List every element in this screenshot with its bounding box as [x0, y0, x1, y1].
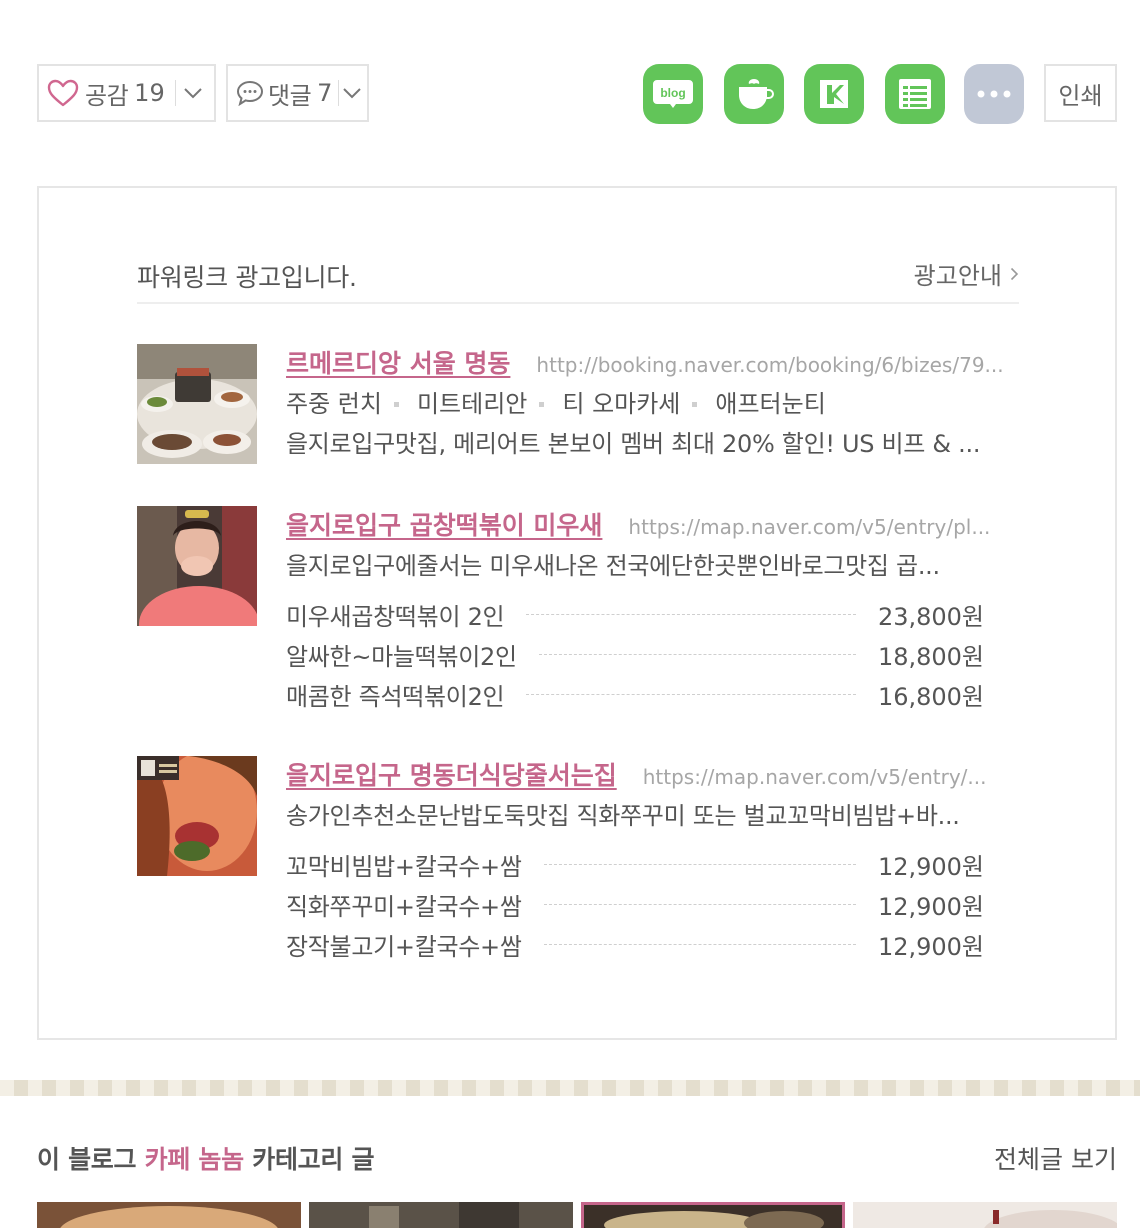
ad-name-link[interactable]: 르메르디앙 서울 명동	[286, 344, 510, 380]
bookmark-keep-icon	[817, 77, 851, 111]
menu-name: 직화쭈꾸미+칼국수+쌈	[286, 892, 522, 921]
heart-icon	[47, 79, 79, 107]
cafe-cup-icon	[734, 76, 774, 112]
dashed-leader	[526, 693, 856, 695]
post-thumbnail-selected[interactable]	[581, 1202, 845, 1228]
post-thumbnail[interactable]	[309, 1202, 573, 1228]
post-thumbnail[interactable]	[853, 1202, 1117, 1228]
ad-description[interactable]: 을지로입구맛집, 메리어트 본보이 멤버 최대 20% 할인! US 비프 & …	[286, 424, 1019, 464]
ad-guide-link[interactable]: 광고안내	[914, 256, 1019, 291]
ad-body: 을지로입구 곱창떡볶이 미우새 https://map.naver.com/v5…	[286, 506, 1019, 714]
ad-tag[interactable]: 주중 런치	[286, 384, 382, 424]
ad-thumbnail[interactable]	[137, 756, 257, 876]
separator-dot	[692, 401, 698, 407]
ad-menu-row[interactable]: 꼬막비빔밥+칼국수+쌈 12,900원	[286, 844, 984, 884]
category-heading: 이 블로그 카페 놈놈 카테고리 글	[37, 1140, 374, 1176]
share-keep-button[interactable]	[804, 64, 864, 124]
ad-header: 파워링크 광고입니다. 광고안내	[137, 254, 1019, 304]
dashed-leader	[538, 653, 856, 655]
share-blog-button[interactable]: blog	[643, 64, 703, 124]
ad-menu-list: 미우새곱창떡볶이 2인 23,800원 알싸한~마늘떡볶이2인 18,800원 …	[286, 594, 1019, 714]
ad-thumbnail[interactable]	[137, 506, 257, 626]
menu-name: 장작불고기+칼국수+쌈	[286, 932, 522, 961]
speech-bubble-icon	[236, 80, 264, 106]
ad-tag[interactable]: 티 오마카세	[562, 384, 680, 424]
menu-name: 매콤한 즉석떡볶이2인	[286, 682, 505, 711]
separator-dot	[393, 401, 399, 407]
menu-price: 12,900원	[877, 932, 984, 961]
ad-name-link[interactable]: 을지로입구 명동더식당줄서는집	[286, 756, 617, 792]
print-button[interactable]: 인쇄	[1044, 64, 1117, 122]
category-suffix: 카테고리 글	[252, 1145, 375, 1174]
ad-tag[interactable]: 애프터눈티	[715, 384, 825, 424]
like-count: 19	[134, 79, 165, 107]
comment-button[interactable]: 댓글 7	[228, 66, 332, 120]
chevron-down-icon	[183, 87, 203, 99]
ad-url[interactable]: https://map.naver.com/v5/entry/...	[643, 765, 1019, 789]
comment-label: 댓글	[268, 81, 312, 110]
more-icon	[976, 90, 1012, 98]
category-name-link[interactable]: 카페 놈놈	[145, 1145, 245, 1174]
ad-body: 을지로입구 명동더식당줄서는집 https://map.naver.com/v5…	[286, 756, 1019, 964]
ad-guide-label: 광고안내	[913, 262, 1002, 290]
like-expand-button[interactable]	[176, 66, 210, 120]
ad-tag[interactable]: 미트테리안	[417, 384, 527, 424]
ad-menu-list: 꼬막비빔밥+칼국수+쌈 12,900원 직화쭈꾸미+칼국수+쌈 12,900원 …	[286, 844, 1019, 964]
menu-price: 12,900원	[877, 852, 984, 881]
ad-body: 르메르디앙 서울 명동 http://booking.naver.com/boo…	[286, 344, 1019, 464]
ad-menu-row[interactable]: 미우새곱창떡볶이 2인 23,800원	[286, 594, 984, 634]
menu-price: 12,900원	[877, 892, 984, 921]
ad-tag-list: 주중 런치 미트테리안 티 오마카세 애프터눈티	[286, 384, 1019, 424]
menu-name: 꼬막비빔밥+칼국수+쌈	[286, 852, 522, 881]
menu-price: 18,800원	[877, 642, 984, 671]
view-all-posts-link[interactable]: 전체글 보기	[994, 1140, 1117, 1176]
comment-button-group: 댓글 7	[226, 64, 369, 122]
dashed-leader	[543, 863, 856, 865]
menu-price: 23,800원	[877, 602, 984, 631]
dashed-leader	[526, 613, 856, 615]
chevron-down-icon	[342, 87, 362, 99]
ad-menu-row[interactable]: 매콤한 즉석떡볶이2인 16,800원	[286, 674, 984, 714]
separator-dot	[539, 401, 545, 407]
share-more-button[interactable]	[964, 64, 1024, 124]
comment-count: 7	[317, 79, 333, 107]
like-button[interactable]: 공감 19	[39, 66, 165, 120]
ad-thumbnail[interactable]	[137, 344, 257, 464]
like-button-group: 공감 19	[37, 64, 216, 122]
ad-url[interactable]: https://map.naver.com/v5/entry/pl...	[628, 515, 1019, 539]
section-divider	[0, 1080, 1140, 1096]
menu-name: 미우새곱창떡볶이 2인	[286, 602, 505, 631]
ad-description[interactable]: 을지로입구에줄서는 미우새나온 전국에단한곳뿐인바로그맛집 곱...	[286, 546, 1019, 586]
ad-menu-row[interactable]: 직화쭈꾸미+칼국수+쌈 12,900원	[286, 884, 984, 924]
memo-list-icon	[898, 78, 932, 110]
blog-icon: blog	[651, 76, 695, 112]
chevron-right-icon	[1010, 267, 1019, 281]
dashed-leader	[543, 943, 856, 945]
ad-name-link[interactable]: 을지로입구 곱창떡볶이 미우새	[286, 506, 602, 542]
share-memo-button[interactable]	[885, 64, 945, 124]
ad-url[interactable]: http://booking.naver.com/booking/6/bizes…	[536, 353, 1019, 377]
ad-menu-row[interactable]: 장작불고기+칼국수+쌈 12,900원	[286, 924, 984, 964]
menu-price: 16,800원	[877, 682, 984, 711]
svg-text:blog: blog	[660, 86, 685, 100]
dashed-leader	[543, 903, 856, 905]
ad-title: 파워링크 광고입니다.	[137, 263, 357, 292]
powerlink-ad-box: 파워링크 광고입니다. 광고안내 르메르디앙 서울 명동 http://book…	[37, 186, 1117, 1040]
like-label: 공감	[85, 81, 129, 110]
comment-expand-button[interactable]	[339, 66, 365, 120]
category-prefix: 이 블로그	[37, 1145, 137, 1174]
ad-menu-row[interactable]: 알싸한~마늘떡볶이2인 18,800원	[286, 634, 984, 674]
share-cafe-button[interactable]	[724, 64, 784, 124]
ad-description[interactable]: 송가인추천소문난밥도둑맛집 직화쭈꾸미 또는 벌교꼬막비빔밥+바...	[286, 796, 1019, 836]
post-thumbnail[interactable]	[37, 1202, 301, 1228]
menu-name: 알싸한~마늘떡볶이2인	[286, 642, 517, 671]
